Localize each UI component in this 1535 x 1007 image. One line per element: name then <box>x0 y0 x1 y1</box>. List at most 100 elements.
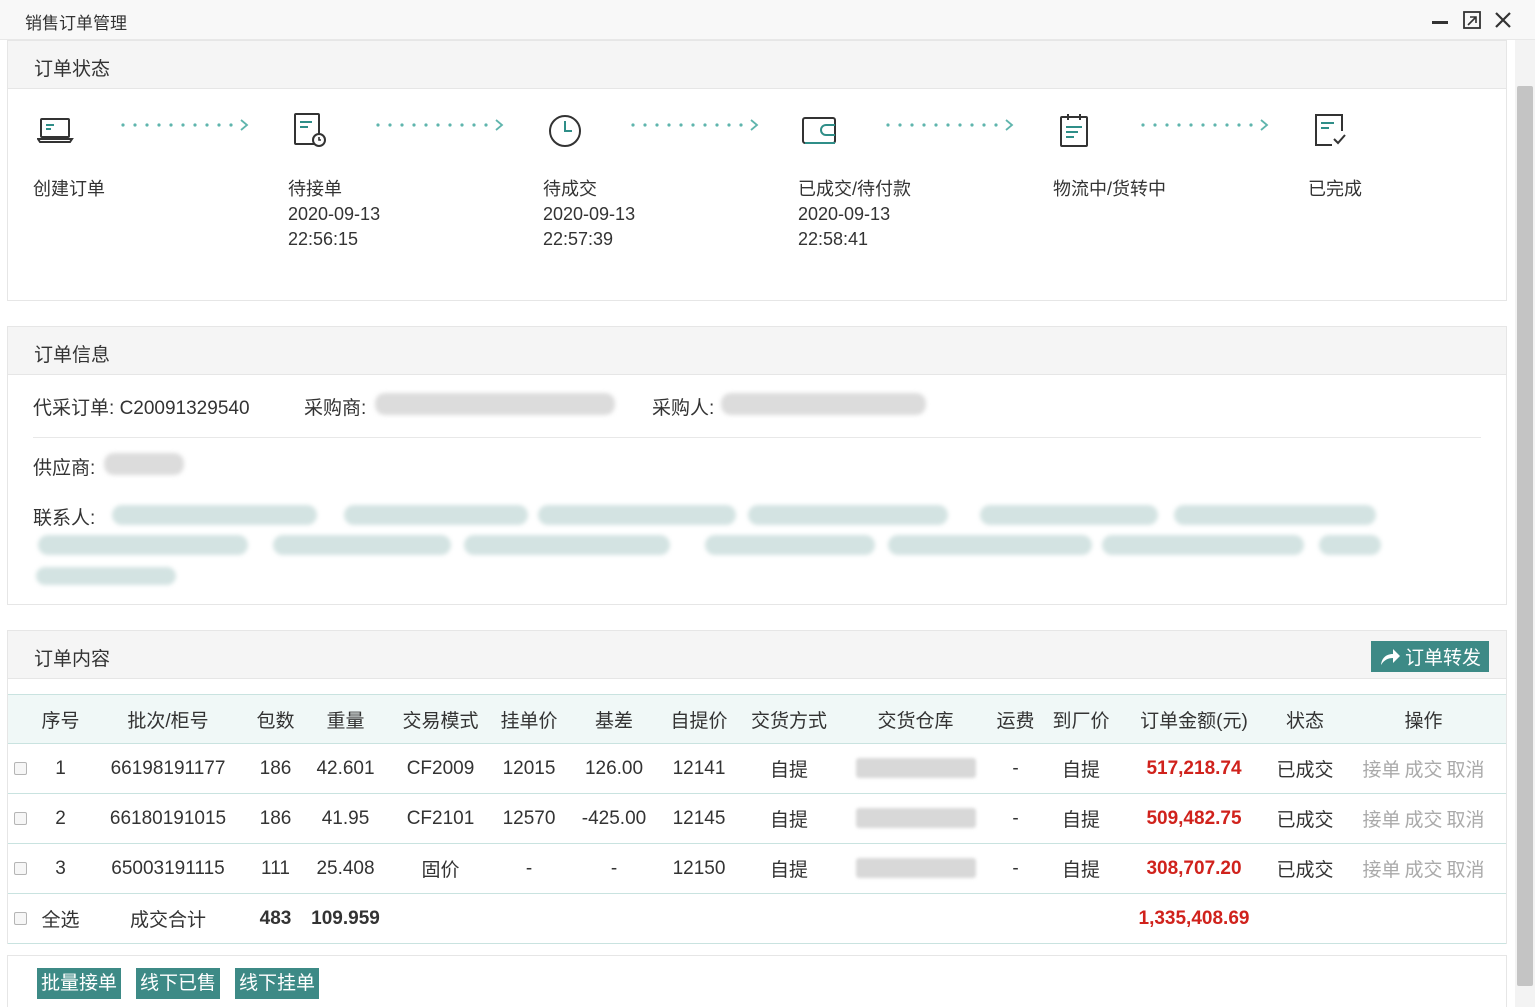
seq-cell: 3 <box>55 857 66 879</box>
minimize-icon[interactable] <box>1429 8 1451 32</box>
cancel-link[interactable]: 取消 <box>1447 760 1485 781</box>
clock-icon <box>549 115 581 147</box>
row-checkbox[interactable] <box>14 811 27 825</box>
row-checkbox[interactable] <box>14 761 27 775</box>
order-info-panel: 订单信息 代采订单: C20091329540 采购商: 采购人: 供应商: 联… <box>7 326 1507 605</box>
weight-cell: 25.408 <box>316 857 375 879</box>
deal-link[interactable]: 成交 <box>1404 860 1442 881</box>
amount-cell: 308,707.20 <box>1146 857 1242 879</box>
step-arrow-icon <box>376 119 504 131</box>
accept-link[interactable]: 接单 <box>1362 760 1400 781</box>
basis-cell: 126.00 <box>584 757 644 779</box>
column-header: 包数 <box>248 694 303 744</box>
forward-order-label: 订单转发 <box>1405 648 1482 669</box>
seq-cell: 2 <box>55 807 66 829</box>
column-header: 基差 <box>565 694 663 744</box>
step-label: 创建订单 <box>33 179 105 199</box>
column-header: 批次/柜号 <box>88 694 248 744</box>
mode-cell: CF2009 <box>406 757 475 779</box>
step-time: 22:58:41 <box>798 229 869 249</box>
column-header: 交货方式 <box>735 694 843 744</box>
basis-cell: - <box>610 857 618 879</box>
list-price-cell: 12015 <box>502 757 556 779</box>
column-header: 交货仓库 <box>843 694 988 744</box>
supplier-value-redacted <box>104 453 184 475</box>
table-header-row: 序号 批次/柜号 包数 重量 交易模式 挂单价 基差 自提价 交货方式 交货仓库… <box>8 694 1506 744</box>
factory-price-cell: 自提 <box>1061 810 1100 831</box>
pickup-price-cell: 12141 <box>672 757 726 779</box>
document-clock-icon <box>294 113 326 147</box>
column-header: 状态 <box>1269 694 1341 744</box>
offline-list-button[interactable]: 线下挂单 <box>235 968 320 999</box>
row-checkbox[interactable] <box>14 861 27 875</box>
amount-cell: 509,482.75 <box>1146 807 1242 829</box>
table-row: 1 66198191177 186 42.601 CF2009 12015 12… <box>8 744 1506 794</box>
ops-cell: 接单 成交 取消 <box>1341 844 1506 894</box>
maximize-icon[interactable] <box>1461 8 1483 32</box>
pickup-price-cell: 12145 <box>672 807 726 829</box>
step-date: 2020-09-13 <box>798 204 891 224</box>
laptop-icon <box>36 118 74 143</box>
factory-price-cell: 自提 <box>1061 760 1100 781</box>
order-items-table: 序号 批次/柜号 包数 重量 交易模式 挂单价 基差 自提价 交货方式 交货仓库… <box>8 694 1506 944</box>
order-content-title: 订单内容 <box>34 649 111 670</box>
accept-link[interactable]: 接单 <box>1362 860 1400 881</box>
freight-cell: - <box>1012 807 1019 829</box>
column-header: 订单金额(元) <box>1119 694 1269 744</box>
weight-cell: 41.95 <box>321 807 370 829</box>
order-status-header: 订单状态 <box>8 41 1506 89</box>
step-arrow-icon <box>631 119 759 131</box>
select-all-checkbox[interactable] <box>14 911 27 925</box>
scrollbar-thumb[interactable] <box>1517 86 1533 986</box>
seq-cell: 1 <box>55 757 66 779</box>
order-status-panel: 订单状态 创建订单 待接单 2020-09-13 22:56:15 待成交 20… <box>7 40 1507 301</box>
step-completed: 已完成 <box>1308 111 1508 199</box>
info-divider <box>33 437 1481 438</box>
status-cell: 已成交 <box>1276 760 1334 781</box>
packs-cell: 111 <box>261 857 290 879</box>
contact-label: 联系人: <box>33 508 96 529</box>
column-header: 自提价 <box>663 694 735 744</box>
header-checkbox-cell <box>8 694 33 744</box>
delivery-cell: 自提 <box>769 760 808 781</box>
purchaser-label: 采购人: <box>652 398 715 419</box>
offline-sold-button[interactable]: 线下已售 <box>136 968 221 999</box>
mode-cell: 固价 <box>421 860 460 881</box>
freight-cell: - <box>1012 757 1019 779</box>
forward-order-button[interactable]: 订单转发 <box>1371 641 1489 672</box>
order-content-header: 订单内容 订单转发 <box>8 631 1506 679</box>
column-header: 重量 <box>303 694 388 744</box>
deal-link[interactable]: 成交 <box>1404 810 1442 831</box>
purchaser-value-redacted <box>721 393 926 415</box>
column-header: 操作 <box>1341 694 1506 744</box>
order-info-header: 订单信息 <box>8 327 1506 375</box>
status-cell: 已成交 <box>1276 810 1334 831</box>
packs-cell: 186 <box>259 757 292 779</box>
warehouse-cell <box>843 794 988 844</box>
step-arrow-icon <box>1141 119 1269 131</box>
pickup-price-cell: 12150 <box>672 857 726 879</box>
total-row: 全选 成交合计 483 109.959 1,335,408.69 <box>8 894 1506 944</box>
freight-cell: - <box>1012 857 1019 879</box>
column-header: 交易模式 <box>388 694 493 744</box>
deal-link[interactable]: 成交 <box>1404 760 1442 781</box>
warehouse-redacted <box>855 808 976 829</box>
step-time: 22:56:15 <box>288 229 359 249</box>
supplier-label: 供应商: <box>33 458 96 479</box>
batch-accept-button[interactable]: 批量接单 <box>37 968 122 999</box>
accept-link[interactable]: 接单 <box>1362 810 1400 831</box>
warehouse-cell <box>843 844 988 894</box>
batch-cell: 66198191177 <box>110 757 226 779</box>
step-label: 待接单 <box>288 179 342 199</box>
window-titlebar: 销售订单管理 <box>0 0 1535 40</box>
table-row: 2 66180191015 186 41.95 CF2101 12570 -42… <box>8 794 1506 844</box>
total-packs: 483 <box>259 907 292 929</box>
step-label: 待成交 <box>543 179 597 199</box>
order-status-title: 订单状态 <box>34 59 111 80</box>
close-icon[interactable] <box>1492 8 1514 32</box>
ops-cell: 接单 成交 取消 <box>1341 794 1506 844</box>
cancel-link[interactable]: 取消 <box>1447 860 1485 881</box>
cancel-link[interactable]: 取消 <box>1447 810 1485 831</box>
order-number-label: 代采订单: <box>33 398 115 419</box>
delivery-cell: 自提 <box>769 810 808 831</box>
